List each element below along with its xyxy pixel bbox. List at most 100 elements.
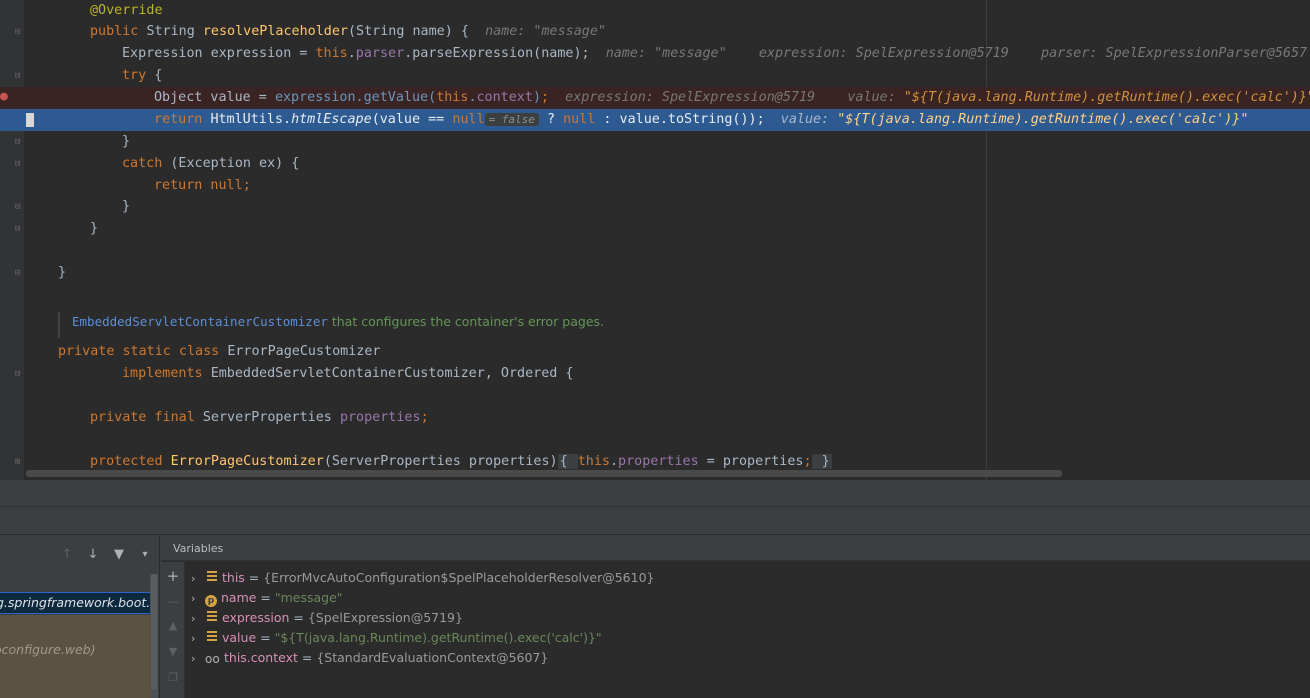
field-icon xyxy=(207,631,217,643)
code-line: try { xyxy=(0,65,1310,87)
code-token: } xyxy=(122,199,131,214)
fold-icon[interactable]: ⊟ xyxy=(15,27,24,37)
chevron-right-icon[interactable]: › xyxy=(191,589,205,609)
chevron-right-icon[interactable]: › xyxy=(191,609,205,629)
fold-icon[interactable]: ⊟ xyxy=(15,369,24,379)
code-token: expression.getValue( xyxy=(274,90,437,105)
remove-icon[interactable]: — xyxy=(165,594,181,610)
code-token: private static class xyxy=(58,344,228,359)
variable-row[interactable]: › oo this.context = {StandardEvaluationCon… xyxy=(191,648,548,668)
copy-icon[interactable]: ❐ xyxy=(165,670,181,686)
code-token: private final xyxy=(90,410,203,425)
code-line: return null; xyxy=(0,175,1310,197)
breakpoint-icon[interactable]: ● xyxy=(0,90,9,103)
equals-sign: = xyxy=(244,570,264,585)
caret-marker xyxy=(26,113,34,127)
variables-title: Variables xyxy=(161,536,1310,561)
code-token: properties xyxy=(339,410,421,425)
code-token: = properties xyxy=(698,454,804,469)
code-token: return xyxy=(154,112,211,127)
equals-sign: = xyxy=(289,610,308,625)
code-line: private final ServerProperties propertie… xyxy=(0,407,1310,429)
code-token: (value == xyxy=(371,112,453,127)
move-down-icon[interactable]: ▼ xyxy=(165,644,181,660)
code-token: htmlEscape xyxy=(291,112,372,127)
chevron-right-icon[interactable]: › xyxy=(191,649,205,669)
code-token: (Exception ex) { xyxy=(170,156,300,171)
code-line: private static class ErrorPageCustomizer xyxy=(0,341,1310,363)
variable-value: {SpelExpression@5719} xyxy=(307,610,463,625)
code-line: } xyxy=(0,218,1310,240)
code-token: this xyxy=(315,46,348,61)
code-token: ; xyxy=(541,90,550,105)
breakpoint-line: Object value = expression.getValue(this.… xyxy=(0,87,1310,109)
field-icon xyxy=(207,611,217,623)
code-token: ; xyxy=(803,454,812,469)
param-icon: p xyxy=(205,595,217,607)
move-up-icon[interactable]: ▲ xyxy=(165,618,181,634)
inline-debug-hint: "${T(java.lang.Runtime).getRuntime().exe… xyxy=(837,112,1249,127)
variable-row[interactable]: › this = {ErrorMvcAutoConfiguration$SpelP… xyxy=(191,568,654,588)
fold-icon[interactable]: ⊟ xyxy=(15,137,24,147)
scrollbar-thumb[interactable] xyxy=(151,574,157,690)
variable-name: value xyxy=(222,630,257,645)
code-line: } xyxy=(0,131,1310,153)
filter-icon[interactable]: ▼ xyxy=(112,548,126,562)
doc-link[interactable]: EmbeddedServletContainerCustomizer xyxy=(72,314,328,329)
code-token: return null xyxy=(154,178,243,193)
chevron-right-icon[interactable]: › xyxy=(191,569,205,589)
fold-icon[interactable]: ⊞ xyxy=(15,457,24,467)
code-token: } xyxy=(811,454,832,469)
variable-row[interactable]: › p name = "message" xyxy=(191,588,343,608)
code-token: HtmlUtils. xyxy=(210,112,292,127)
code-token: } xyxy=(58,265,67,280)
code-token: catch xyxy=(122,156,171,171)
fold-icon[interactable]: ⊟ xyxy=(15,268,24,278)
code-line: public String resolvePlaceholder(String … xyxy=(0,21,1310,43)
current-execution-line: return HtmlUtils.htmlEscape(value == nul… xyxy=(0,109,1310,131)
code-token: EmbeddedServletContainerCustomizer, Orde… xyxy=(210,366,574,381)
variable-row[interactable]: › value = "${T(java.lang.Runtime).getRunt… xyxy=(191,628,602,648)
code-line: @Override xyxy=(0,0,1310,22)
doc-comment-bar xyxy=(58,312,60,338)
variable-name: expression xyxy=(222,610,290,625)
fold-icon[interactable]: ⊟ xyxy=(15,159,24,169)
code-token: ErrorPageCustomizer xyxy=(227,344,381,359)
code-token: ; xyxy=(420,410,429,425)
arrow-up-icon[interactable]: ↑ xyxy=(60,548,74,562)
code-token: this xyxy=(577,454,610,469)
frames-scrollbar[interactable] xyxy=(150,574,158,698)
chevron-down-icon[interactable]: ▾ xyxy=(138,548,152,562)
variable-value: {StandardEvaluationContext@5607} xyxy=(316,650,549,665)
frame-item-selected[interactable]: g.springframework.boot.aut xyxy=(0,592,158,614)
code-token: @Override xyxy=(90,3,163,18)
code-token: : value.toString()); xyxy=(595,112,781,127)
code-token: } xyxy=(122,134,131,149)
code-token: implements xyxy=(122,366,211,381)
fold-icon[interactable]: ⊟ xyxy=(15,71,24,81)
fold-icon[interactable]: ⊟ xyxy=(15,224,24,234)
fold-icon[interactable]: ⊟ xyxy=(15,202,24,212)
code-token: protected xyxy=(90,454,171,469)
code-token: . xyxy=(609,454,619,469)
rendered-doc-comment: EmbeddedServletContainerCustomizer that … xyxy=(72,314,604,329)
code-token: null xyxy=(452,112,485,127)
code-token: String xyxy=(146,24,203,39)
equals-sign: = xyxy=(256,630,275,645)
add-watch-icon[interactable]: + xyxy=(165,568,181,584)
inline-debug-hint: value: xyxy=(780,112,838,127)
code-token: resolvePlaceholder xyxy=(202,24,348,39)
debug-header-bar xyxy=(0,480,1310,507)
code-token: ErrorPageCustomizer xyxy=(170,454,324,469)
variable-row[interactable]: › expression = {SpelExpression@5719} xyxy=(191,608,463,628)
code-token: . xyxy=(468,90,477,105)
code-editor[interactable]: @Override public String resolvePlacehold… xyxy=(0,0,1310,480)
code-token: } xyxy=(90,221,99,236)
variables-panel: Variables + — ▲ ▼ ❐ › this = {ErrorMvcAut… xyxy=(161,536,1310,698)
code-token: .parseExpression(name); xyxy=(404,46,606,61)
chevron-right-icon[interactable]: › xyxy=(191,629,205,649)
horizontal-scrollbar[interactable] xyxy=(26,470,1062,477)
arrow-down-icon[interactable]: ↓ xyxy=(86,548,100,562)
code-token: ? xyxy=(538,112,564,127)
code-line: implements EmbeddedServletContainerCusto… xyxy=(0,363,1310,385)
